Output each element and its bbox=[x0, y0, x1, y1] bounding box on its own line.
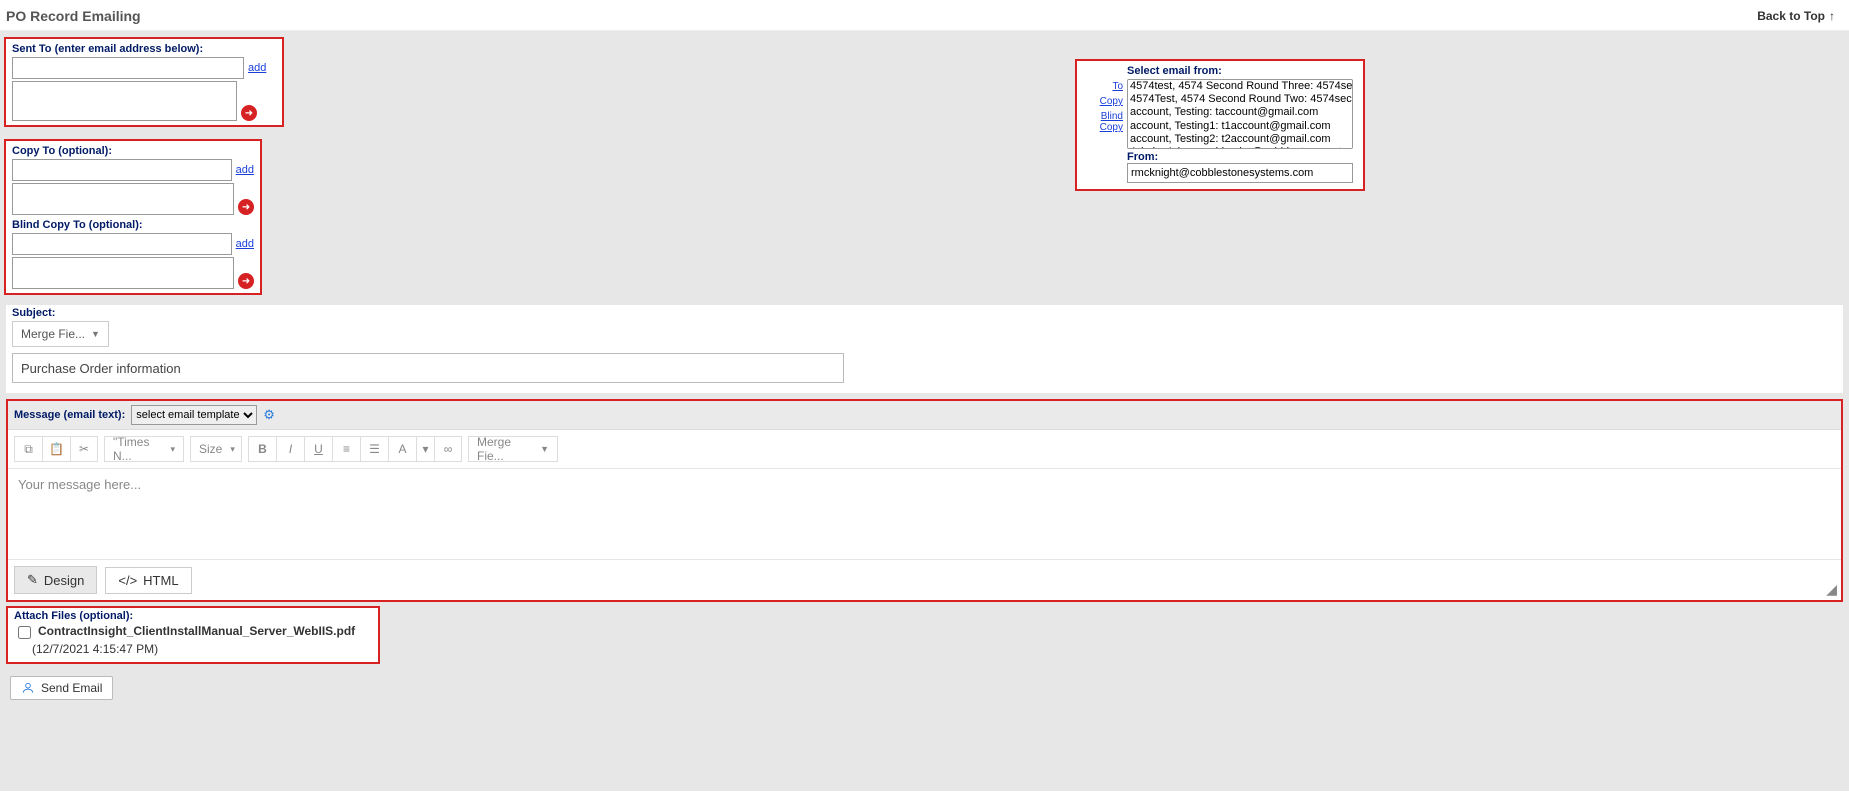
email-from-bcc-link[interactable]: Blind Copy bbox=[1083, 111, 1123, 133]
caret-down-icon: ▾ bbox=[422, 442, 428, 456]
design-label: Design bbox=[44, 573, 84, 588]
underline-button[interactable]: U bbox=[304, 436, 332, 462]
clipboard-icon: 📋 bbox=[49, 442, 64, 456]
html-label: HTML bbox=[143, 573, 178, 588]
cut-button[interactable]: ✂ bbox=[70, 436, 98, 462]
email-option[interactable]: account, Testing1: t1account@gmail.com bbox=[1128, 120, 1352, 133]
email-option[interactable]: Admin, Adam: awidmeier@cobblestonesystem… bbox=[1128, 146, 1352, 149]
arrow-right-icon: ➜ bbox=[245, 108, 253, 119]
scissors-icon: ✂ bbox=[79, 442, 89, 456]
back-to-top-link[interactable]: Back to Top ↑ bbox=[1757, 9, 1835, 23]
font-color-caret[interactable]: ▾ bbox=[416, 436, 434, 462]
select-email-from-section: Select email from: To Copy Blind Copy 45… bbox=[1075, 59, 1365, 191]
font-color-icon: A bbox=[398, 442, 406, 456]
email-from-listbox[interactable]: 4574test, 4574 Second Round Three: 4574s… bbox=[1127, 79, 1353, 149]
html-tab[interactable]: </> HTML bbox=[105, 567, 191, 594]
font-color-button[interactable]: A bbox=[388, 436, 416, 462]
subject-merge-field-dropdown[interactable]: Merge Fie... ▼ bbox=[12, 321, 109, 347]
font-size-label: Size bbox=[199, 442, 222, 456]
font-family-label: "Times N... bbox=[113, 435, 162, 463]
main-form: Sent To (enter email address below): add… bbox=[0, 31, 1849, 791]
arrow-right-icon: ➜ bbox=[242, 202, 250, 213]
email-from-copy-link[interactable]: Copy bbox=[1083, 96, 1123, 107]
copy-to-label: Copy To (optional): bbox=[12, 145, 254, 157]
message-merge-label: Merge Fie... bbox=[477, 435, 532, 463]
select-email-from-label: Select email from: bbox=[1127, 65, 1357, 77]
bcc-to-label: Blind Copy To (optional): bbox=[12, 219, 254, 231]
design-tab[interactable]: ✎ Design bbox=[14, 566, 97, 594]
from-input[interactable] bbox=[1127, 163, 1353, 183]
ordered-list-button[interactable]: ≡ bbox=[332, 436, 360, 462]
link-button[interactable]: ∞ bbox=[434, 436, 462, 462]
subject-section: Subject: Merge Fie... ▼ bbox=[6, 305, 1843, 393]
bcc-to-input[interactable] bbox=[12, 233, 232, 255]
email-option[interactable]: 4574Test, 4574 Second Round Two: 4574sec… bbox=[1128, 93, 1352, 106]
code-icon: </> bbox=[118, 573, 137, 588]
send-email-label: Send Email bbox=[41, 681, 102, 695]
email-option[interactable]: account, Testing2: t2account@gmail.com bbox=[1128, 133, 1352, 146]
attach-files-label: Attach Files (optional): bbox=[14, 610, 372, 622]
editor-toolbar: ⧉ 📋 ✂ "Times N... ▾ Size ▾ B I U ≡ ☰ A ▾… bbox=[8, 430, 1841, 469]
gear-icon[interactable]: ⚙ bbox=[263, 407, 275, 423]
arrow-right-icon: ➜ bbox=[242, 276, 250, 287]
copy-to-add-link[interactable]: add bbox=[236, 164, 254, 176]
attach-file-date: (12/7/2021 4:15:47 PM) bbox=[32, 642, 372, 656]
subject-merge-label: Merge Fie... bbox=[21, 327, 85, 341]
from-label: From: bbox=[1127, 151, 1357, 163]
pencil-icon: ✎ bbox=[27, 572, 38, 588]
bcc-to-add-link[interactable]: add bbox=[236, 238, 254, 250]
message-placeholder: Your message here... bbox=[18, 477, 141, 492]
message-label: Message (email text): bbox=[14, 409, 125, 421]
caret-down-icon: ▼ bbox=[540, 444, 549, 454]
copy-to-move-button[interactable]: ➜ bbox=[238, 199, 254, 215]
caret-down-icon: ▼ bbox=[91, 329, 100, 339]
arrow-up-icon: ↑ bbox=[1829, 9, 1835, 23]
bold-icon: B bbox=[258, 442, 267, 456]
sent-to-move-button[interactable]: ➜ bbox=[241, 105, 257, 121]
attach-file-checkbox[interactable] bbox=[18, 626, 31, 639]
italic-button[interactable]: I bbox=[276, 436, 304, 462]
resize-handle[interactable]: ◢ bbox=[1826, 581, 1837, 598]
message-merge-field-dropdown[interactable]: Merge Fie... ▼ bbox=[468, 436, 558, 462]
ordered-list-icon: ≡ bbox=[343, 442, 350, 456]
sent-to-label: Sent To (enter email address below): bbox=[12, 43, 276, 55]
copy-button[interactable]: ⧉ bbox=[14, 436, 42, 462]
send-email-button[interactable]: Send Email bbox=[10, 676, 113, 700]
font-size-dropdown[interactable]: Size ▾ bbox=[190, 436, 242, 462]
paste-button[interactable]: 📋 bbox=[42, 436, 70, 462]
subject-label: Subject: bbox=[12, 307, 1837, 319]
caret-down-icon: ▾ bbox=[170, 444, 175, 455]
sent-to-section: Sent To (enter email address below): add… bbox=[4, 37, 284, 127]
italic-icon: I bbox=[289, 442, 292, 456]
bold-button[interactable]: B bbox=[248, 436, 276, 462]
bcc-to-listbox[interactable] bbox=[12, 257, 234, 289]
message-section: Message (email text): select email templ… bbox=[6, 399, 1843, 602]
copy-to-listbox[interactable] bbox=[12, 183, 234, 215]
back-to-top-label: Back to Top bbox=[1757, 9, 1825, 23]
link-icon: ∞ bbox=[444, 442, 453, 456]
email-template-select[interactable]: select email template bbox=[131, 405, 257, 425]
page-header: PO Record Emailing Back to Top ↑ bbox=[0, 0, 1849, 31]
caret-down-icon: ▾ bbox=[230, 444, 235, 455]
email-option[interactable]: account, Testing: taccount@gmail.com bbox=[1128, 106, 1352, 119]
copy-to-input[interactable] bbox=[12, 159, 232, 181]
message-editor[interactable]: Your message here... bbox=[8, 469, 1841, 559]
page-title: PO Record Emailing bbox=[6, 8, 141, 24]
email-from-to-link[interactable]: To bbox=[1083, 81, 1123, 92]
bcc-to-move-button[interactable]: ➜ bbox=[238, 273, 254, 289]
person-icon bbox=[21, 681, 35, 695]
font-family-dropdown[interactable]: "Times N... ▾ bbox=[104, 436, 184, 462]
copy-bcc-section: Copy To (optional): add ➜ Blind Copy To … bbox=[4, 139, 262, 295]
underline-icon: U bbox=[314, 442, 323, 456]
subject-input[interactable] bbox=[12, 353, 844, 383]
attach-file-name: ContractInsight_ClientInstallManual_Serv… bbox=[38, 624, 355, 638]
sent-to-listbox[interactable] bbox=[12, 81, 237, 121]
unordered-list-icon: ☰ bbox=[369, 442, 380, 456]
unordered-list-button[interactable]: ☰ bbox=[360, 436, 388, 462]
copy-icon: ⧉ bbox=[24, 442, 33, 457]
sent-to-add-link[interactable]: add bbox=[248, 62, 266, 74]
email-option[interactable]: 4574test, 4574 Second Round Three: 4574s… bbox=[1128, 80, 1352, 93]
sent-to-input[interactable] bbox=[12, 57, 244, 79]
attach-files-section: Attach Files (optional): ContractInsight… bbox=[6, 606, 380, 664]
